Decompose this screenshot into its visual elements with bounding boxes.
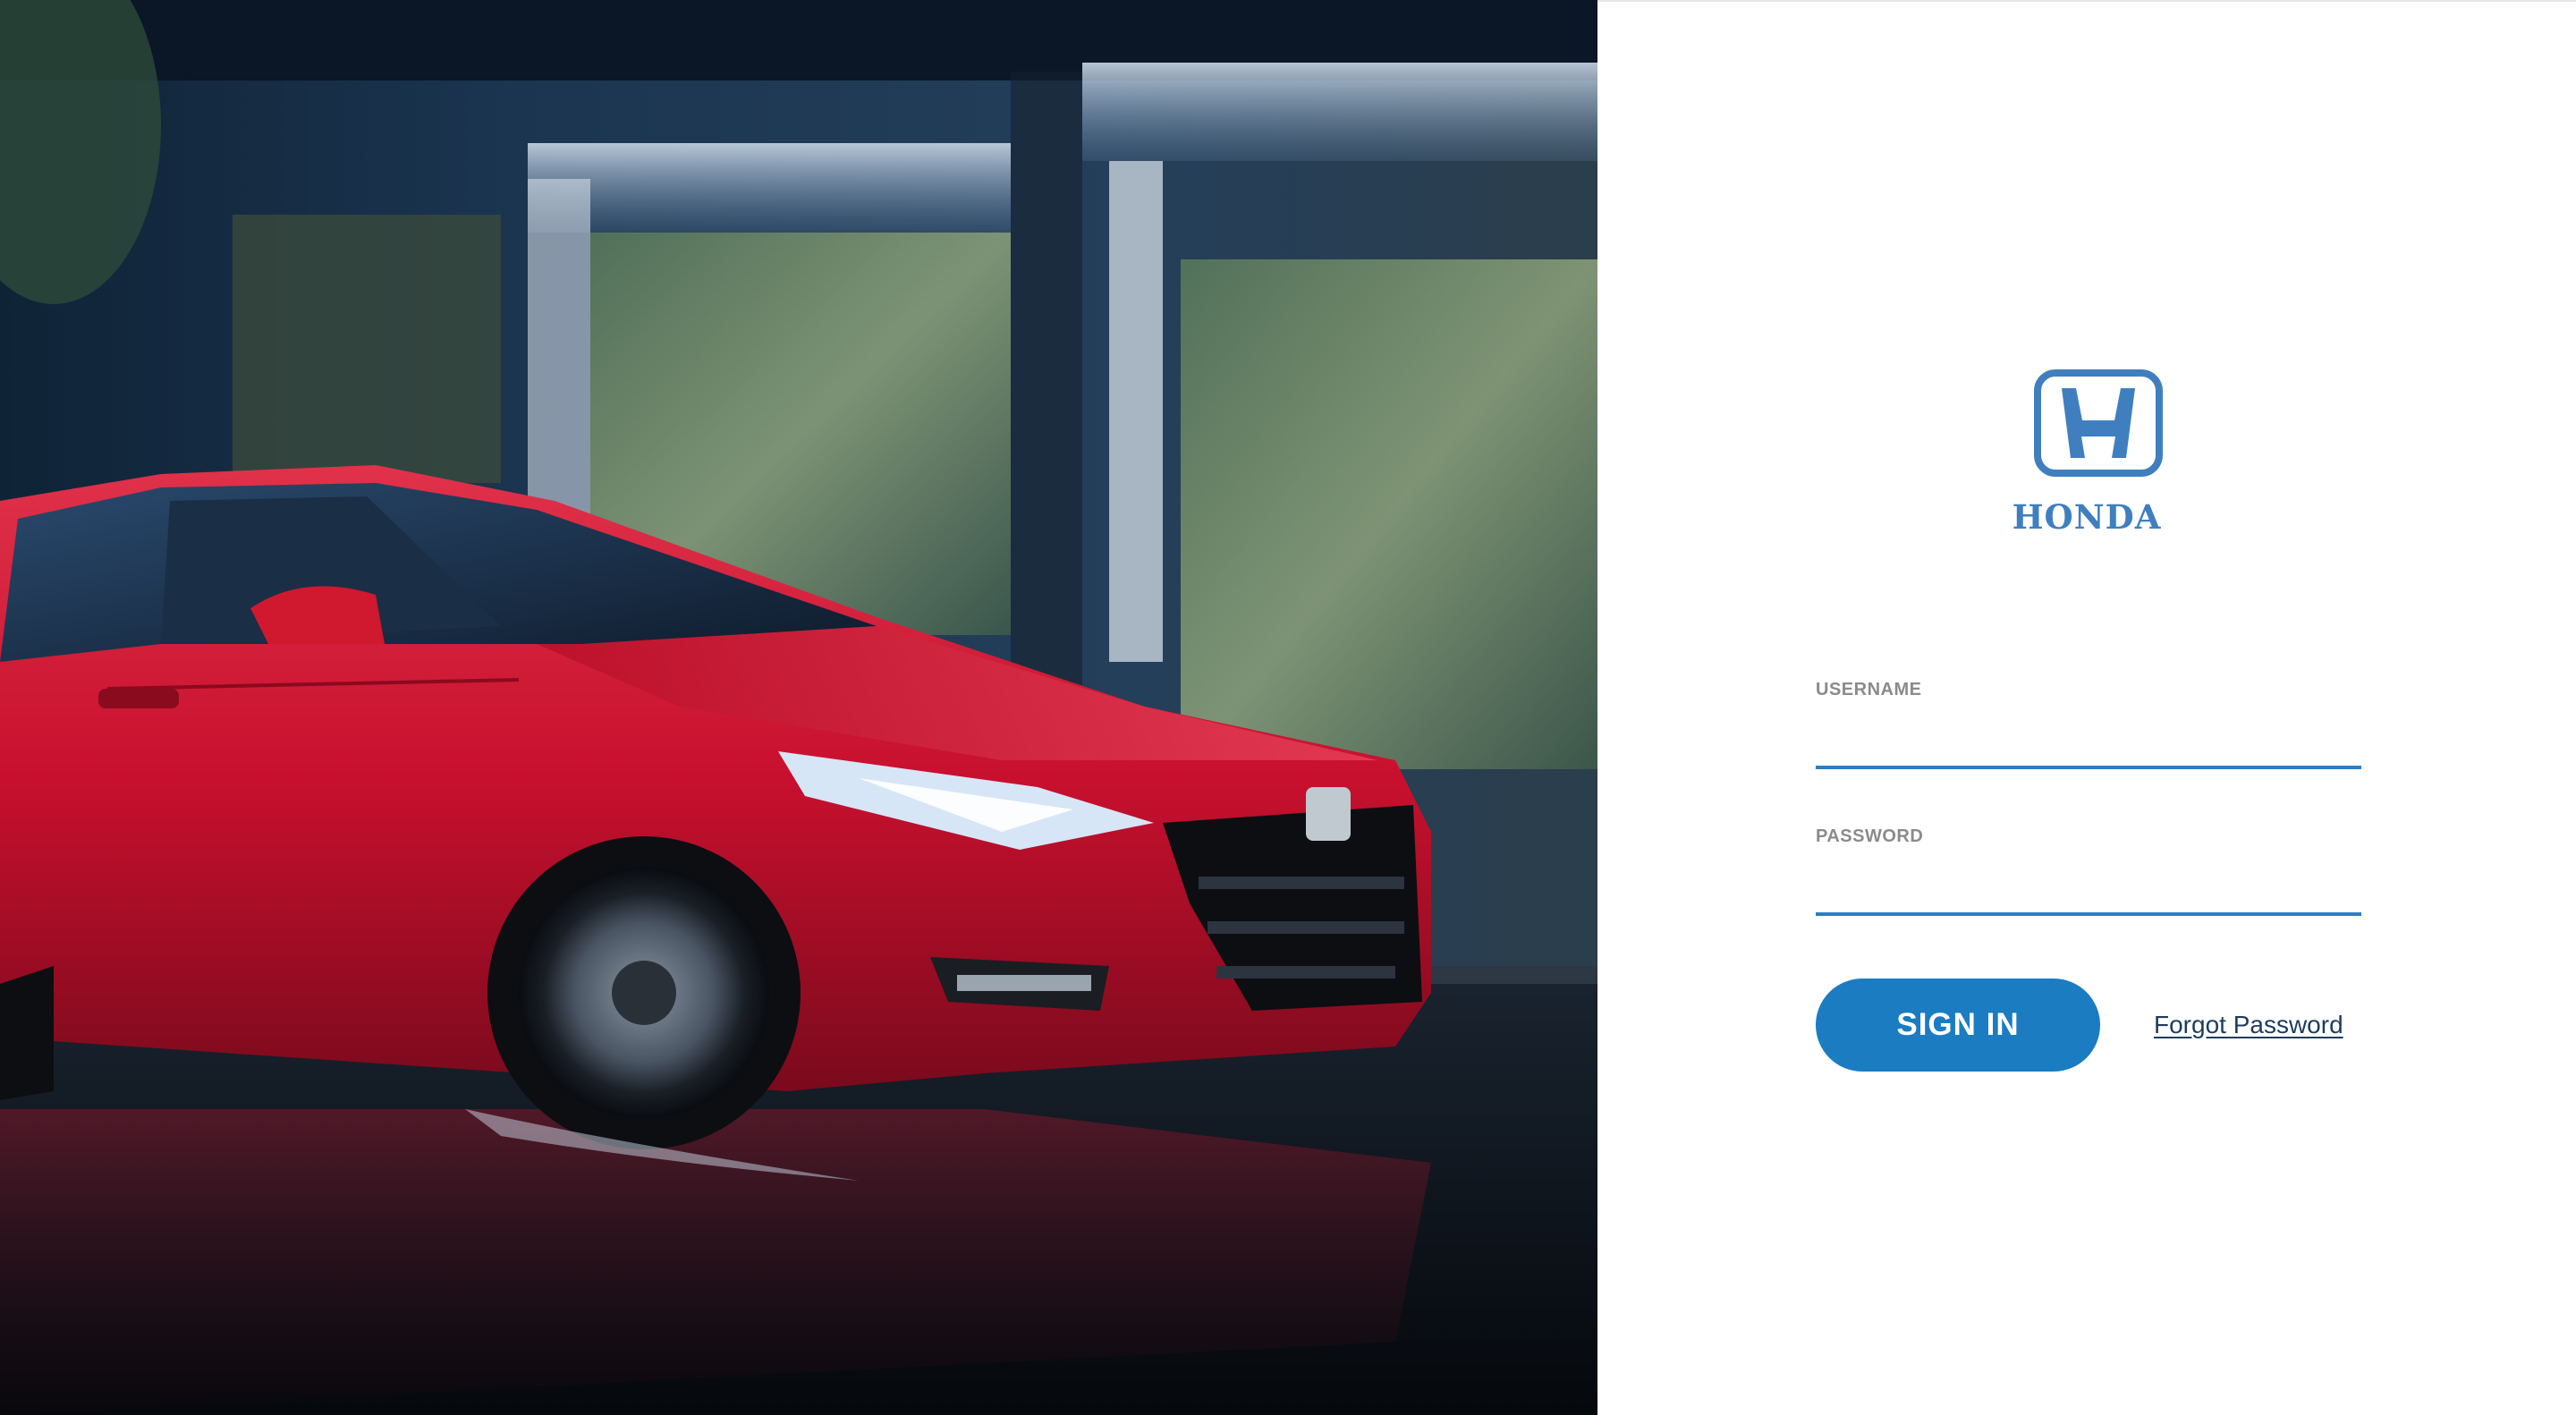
username-label: USERNAME <box>1816 680 1922 699</box>
hero-image <box>0 0 1597 1415</box>
sign-in-button[interactable]: SIGN IN <box>1816 979 2100 1072</box>
password-label: PASSWORD <box>1816 826 1924 846</box>
login-form: USERNAME PASSWORD SIGN IN Forgot Passwor… <box>1816 680 2361 1072</box>
username-field: USERNAME <box>1816 680 2361 775</box>
red-sedan-illustration <box>0 0 1597 1415</box>
honda-h-logo-icon <box>2034 369 2163 477</box>
login-panel: HONDA USERNAME PASSWORD SIGN IN Forgot P… <box>1597 0 2576 1415</box>
password-field: PASSWORD <box>1816 826 2361 921</box>
password-input[interactable] <box>1816 862 2361 916</box>
username-input[interactable] <box>1816 716 2361 769</box>
forgot-password-link[interactable]: Forgot Password <box>2154 1011 2343 1039</box>
login-page: HONDA USERNAME PASSWORD SIGN IN Forgot P… <box>0 0 2576 1415</box>
form-actions: SIGN IN Forgot Password <box>1816 979 2361 1072</box>
honda-logo: HONDA <box>1968 369 2206 538</box>
brand-wordmark: HONDA <box>2012 497 2162 537</box>
